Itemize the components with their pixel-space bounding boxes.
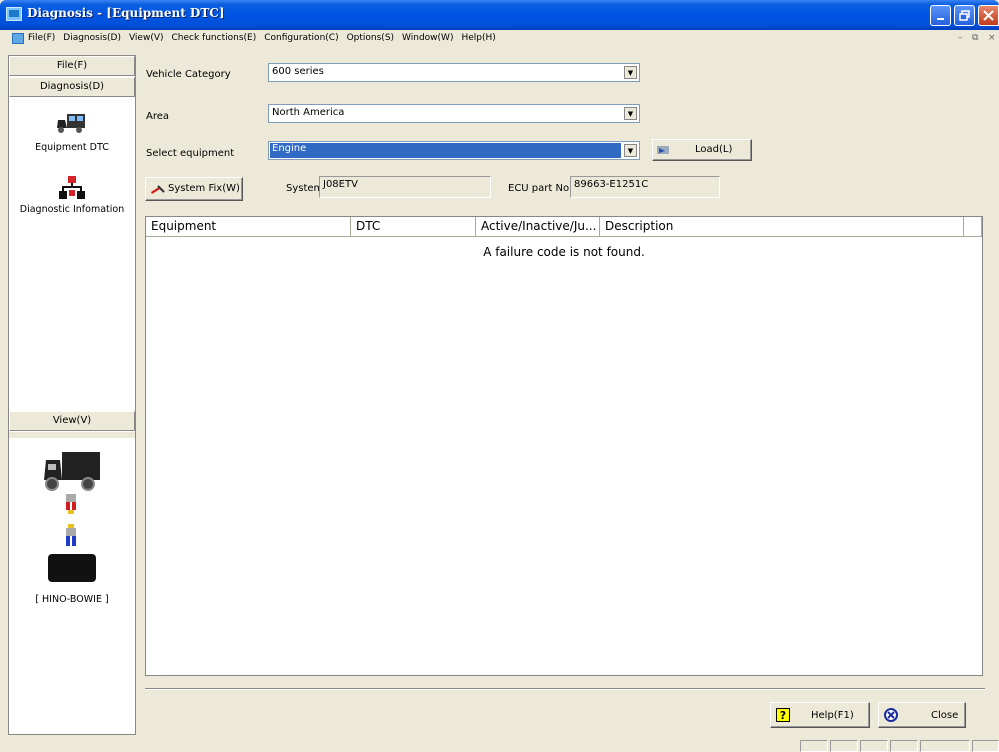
select-equipment-label: Select equipment (146, 148, 235, 159)
system-fix-button[interactable]: System Fix(W) (145, 177, 243, 201)
vehicle-connection-icon (44, 452, 100, 582)
chevron-down-icon[interactable]: ▼ (624, 66, 637, 79)
area-label: Area (146, 111, 170, 122)
device-connection-graphic: [ HINO-BOWIE ] (9, 446, 135, 605)
footer-separator (145, 688, 985, 690)
window-title: Diagnosis - [Equipment DTC] (27, 6, 225, 20)
close-button[interactable]: Close (878, 702, 966, 728)
column-equipment[interactable]: Equipment (146, 217, 351, 237)
title-bar[interactable]: Diagnosis - [Equipment DTC] (0, 0, 999, 30)
empty-message: A failure code is not found. (483, 245, 645, 259)
svg-text:?: ? (780, 709, 786, 722)
status-bar (0, 738, 999, 752)
close-icon (983, 10, 994, 21)
table-header: Equipment DTC Active/Inactive/Ju... Desc… (146, 217, 982, 237)
document-icon[interactable] (12, 33, 24, 44)
column-dtc[interactable]: DTC (351, 217, 476, 237)
truck-icon (55, 108, 89, 138)
menu-check-functions[interactable]: Check functions(E) (172, 33, 257, 43)
vehicle-category-label: Vehicle Category (146, 69, 231, 80)
help-button-label: Help(F1) (811, 710, 854, 721)
status-panel (972, 740, 999, 752)
sidebar-diagnosis-header[interactable]: Diagnosis(D) (9, 77, 135, 97)
menu-diagnosis[interactable]: Diagnosis(D) (63, 33, 121, 43)
load-button-label: Load(L) (695, 144, 733, 155)
sidebar-file-header[interactable]: File(F) (9, 56, 135, 76)
menu-configuration[interactable]: Configuration(C) (264, 33, 338, 43)
mdi-restore-icon[interactable]: ⧉ (972, 33, 978, 43)
menu-bar: File(F) Diagnosis(D) View(V) Check funct… (0, 30, 999, 48)
close-circle-icon (884, 708, 898, 722)
load-icon (657, 146, 669, 154)
column-active-inactive[interactable]: Active/Inactive/Ju... (476, 217, 600, 237)
menu-options[interactable]: Options(S) (347, 33, 394, 43)
minimize-icon (936, 18, 944, 20)
chevron-down-icon[interactable]: ▼ (624, 144, 637, 157)
area-value: North America (272, 107, 345, 118)
menu-items: File(F) Diagnosis(D) View(V) Check funct… (28, 33, 496, 43)
help-icon: ? (776, 708, 790, 722)
vehicle-category-select[interactable]: 600 series ▼ (268, 63, 640, 82)
area-select[interactable]: North America ▼ (268, 104, 640, 123)
menu-window[interactable]: Window(W) (402, 33, 453, 43)
ecu-part-label: ECU part No. (508, 183, 573, 194)
mdi-minimize-icon[interactable]: – (958, 33, 963, 43)
system-fix-label: System Fix(W) (168, 183, 240, 194)
select-equipment-select[interactable]: Engine ▼ (268, 141, 640, 160)
menu-file[interactable]: File(F) (28, 33, 55, 43)
network-icon (59, 176, 85, 199)
navigation-panel: File(F) Diagnosis(D) Equipment DTC Diagn… (8, 55, 136, 735)
panel-divider[interactable] (9, 432, 135, 438)
close-button-label: Close (931, 710, 959, 721)
menu-view[interactable]: View(V) (129, 33, 164, 43)
column-filler (964, 217, 982, 237)
chevron-down-icon[interactable]: ▼ (624, 107, 637, 120)
column-description[interactable]: Description (600, 217, 964, 237)
sidebar-item-label: Diagnostic Infomation (19, 204, 125, 215)
app-icon (6, 7, 22, 21)
close-window-button[interactable] (978, 5, 999, 26)
sidebar-item-diagnostic-information[interactable]: Diagnostic Infomation (9, 176, 135, 215)
vehicle-category-value: 600 series (272, 66, 324, 77)
tools-icon (151, 185, 165, 194)
status-panel (920, 740, 970, 752)
ecu-part-field: 89663-E1251C (570, 176, 720, 198)
status-panel (800, 740, 828, 752)
sidebar-view-header[interactable]: View(V) (9, 411, 135, 431)
help-button[interactable]: ? Help(F1) (770, 702, 870, 728)
status-panel (830, 740, 858, 752)
system-label: System (286, 183, 324, 194)
minimize-button[interactable] (930, 5, 951, 26)
load-button[interactable]: Load(L) (652, 139, 752, 161)
status-panel (890, 740, 918, 752)
device-label: [ HINO-BOWIE ] (35, 594, 109, 605)
sidebar-item-label: Equipment DTC (35, 142, 109, 153)
status-panel (860, 740, 888, 752)
restore-icon (959, 10, 970, 21)
sidebar-item-equipment-dtc[interactable]: Equipment DTC (9, 108, 135, 153)
dtc-table[interactable]: Equipment DTC Active/Inactive/Ju... Desc… (145, 216, 983, 676)
restore-button[interactable] (954, 5, 975, 26)
select-equipment-value: Engine (270, 143, 621, 158)
mdi-close-icon[interactable]: × (988, 33, 996, 43)
system-field: J08ETV (319, 176, 491, 198)
menu-help[interactable]: Help(H) (461, 33, 495, 43)
